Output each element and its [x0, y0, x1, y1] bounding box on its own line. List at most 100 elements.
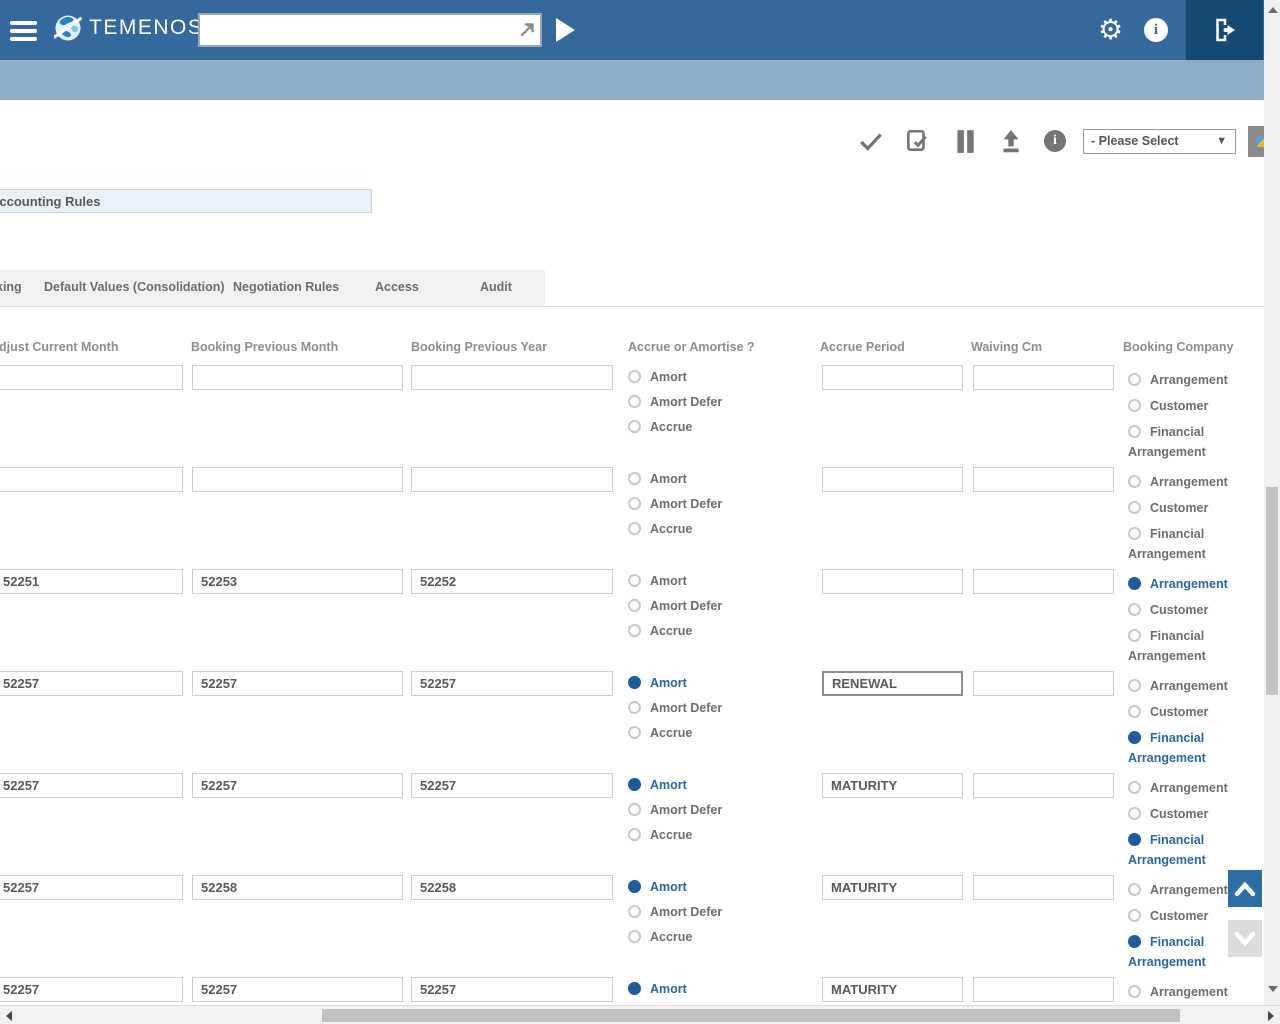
- radio-customer[interactable]: Customer: [1128, 600, 1234, 620]
- waiving-cm-input[interactable]: [973, 569, 1114, 594]
- booking-previous-year-input[interactable]: [411, 467, 613, 492]
- radio-amort-defer[interactable]: Amort Defer: [628, 497, 758, 511]
- scrollbar-right-arrow-icon[interactable]: [1268, 1011, 1274, 1021]
- vertical-scrollbar[interactable]: [1264, 0, 1280, 1005]
- accrue-period-input[interactable]: [822, 875, 963, 900]
- table-row: Amort Amort Defer Accrue Arrangement Cus…: [0, 467, 1280, 569]
- radio-circle-icon: [1128, 807, 1141, 820]
- radio-arrangement[interactable]: Arrangement: [1128, 370, 1234, 390]
- radio-label: Amort: [650, 472, 687, 486]
- radio-amort-defer[interactable]: Amort Defer: [628, 905, 758, 919]
- adjust-current-month-input[interactable]: [0, 875, 183, 900]
- radio-amort-defer[interactable]: Amort Defer: [628, 701, 758, 715]
- waiving-cm-input[interactable]: [973, 773, 1114, 798]
- radio-label: Customer: [1150, 807, 1208, 821]
- radio-customer[interactable]: Customer: [1128, 396, 1234, 416]
- radio-financial-arrangement[interactable]: Financial Arrangement: [1128, 728, 1234, 768]
- booking-previous-year-input[interactable]: [411, 773, 613, 798]
- booking-previous-month-input[interactable]: [192, 977, 403, 1002]
- accrue-period-input[interactable]: [822, 671, 963, 696]
- waiving-cm-input[interactable]: [973, 467, 1114, 492]
- radio-arrangement[interactable]: Arrangement: [1128, 676, 1234, 696]
- radio-circle-icon: [628, 828, 641, 841]
- adjust-current-month-input[interactable]: [0, 467, 183, 492]
- adjust-current-month-input[interactable]: [0, 365, 183, 390]
- radio-customer[interactable]: Customer: [1128, 804, 1234, 824]
- radio-amort-defer[interactable]: Amort Defer: [628, 803, 758, 817]
- radio-financial-arrangement[interactable]: Financial Arrangement: [1128, 422, 1234, 462]
- scrollbar-left-arrow-icon[interactable]: [6, 1011, 12, 1021]
- radio-accrue[interactable]: Accrue: [628, 726, 758, 740]
- radio-amort[interactable]: Amort: [628, 574, 758, 588]
- booking-previous-month-input[interactable]: [192, 365, 403, 390]
- radio-customer[interactable]: Customer: [1128, 702, 1234, 722]
- accrue-or-amortise-radio-group: Amort Amort Defer Accrue: [628, 574, 758, 649]
- waiving-cm-input[interactable]: [973, 977, 1114, 1002]
- radio-financial-arrangement[interactable]: Financial Arrangement: [1128, 626, 1234, 666]
- chevron-up-icon: [1234, 881, 1256, 897]
- radio-accrue[interactable]: Accrue: [628, 930, 758, 944]
- radio-circle-icon: [628, 880, 641, 893]
- radio-financial-arrangement[interactable]: Financial Arrangement: [1128, 524, 1234, 564]
- radio-accrue[interactable]: Accrue: [628, 624, 758, 638]
- radio-amort[interactable]: Amort: [628, 982, 758, 996]
- radio-arrangement[interactable]: Arrangement: [1128, 880, 1234, 900]
- radio-circle-icon: [628, 905, 641, 918]
- booking-previous-month-input[interactable]: [192, 569, 403, 594]
- booking-previous-year-input[interactable]: [411, 875, 613, 900]
- accrue-period-input[interactable]: [822, 467, 963, 492]
- radio-amort[interactable]: Amort: [628, 472, 758, 486]
- radio-financial-arrangement[interactable]: Financial Arrangement: [1128, 932, 1234, 972]
- radio-accrue[interactable]: Accrue: [628, 420, 758, 434]
- accrue-period-input[interactable]: [822, 569, 963, 594]
- booking-company-radio-group: Arrangement Customer Financial Arrangeme…: [1128, 370, 1234, 468]
- adjust-current-month-input[interactable]: [0, 569, 183, 594]
- booking-previous-month-input[interactable]: [192, 875, 403, 900]
- radio-customer[interactable]: Customer: [1128, 906, 1234, 926]
- radio-customer[interactable]: Customer: [1128, 498, 1234, 518]
- radio-amort-defer[interactable]: Amort Defer: [628, 395, 758, 409]
- radio-label: Arrangement: [1150, 577, 1228, 591]
- radio-arrangement[interactable]: Arrangement: [1128, 778, 1234, 798]
- radio-arrangement[interactable]: Arrangement: [1128, 574, 1234, 594]
- radio-amort-defer[interactable]: Amort Defer: [628, 599, 758, 613]
- radio-circle-icon: [628, 726, 641, 739]
- scroll-to-top-button[interactable]: [1228, 870, 1262, 907]
- vertical-scrollbar-thumb[interactable]: [1266, 487, 1278, 695]
- radio-accrue[interactable]: Accrue: [628, 828, 758, 842]
- booking-previous-month-input[interactable]: [192, 671, 403, 696]
- radio-arrangement[interactable]: Arrangement: [1128, 982, 1234, 1002]
- radio-financial-arrangement[interactable]: Financial Arrangement: [1128, 830, 1234, 870]
- radio-amort[interactable]: Amort: [628, 676, 758, 690]
- scrollbar-up-arrow-icon[interactable]: [1268, 7, 1278, 13]
- booking-previous-year-input[interactable]: [411, 977, 613, 1002]
- booking-previous-year-input[interactable]: [411, 365, 613, 390]
- radio-label: Amort Defer: [650, 803, 722, 817]
- radio-label: Accrue: [650, 726, 692, 740]
- waiving-cm-input[interactable]: [973, 365, 1114, 390]
- waiving-cm-input[interactable]: [973, 671, 1114, 696]
- radio-amort[interactable]: Amort: [628, 370, 758, 384]
- accrue-period-input[interactable]: [822, 365, 963, 390]
- adjust-current-month-input[interactable]: [0, 773, 183, 798]
- horizontal-scrollbar-thumb[interactable]: [322, 1009, 1180, 1022]
- horizontal-scrollbar[interactable]: [0, 1005, 1280, 1024]
- booking-previous-year-input[interactable]: [411, 671, 613, 696]
- radio-circle-icon: [1128, 883, 1141, 896]
- accrue-period-input[interactable]: [822, 773, 963, 798]
- scrollbar-down-arrow-icon[interactable]: [1268, 986, 1278, 992]
- adjust-current-month-input[interactable]: [0, 671, 183, 696]
- radio-arrangement[interactable]: Arrangement: [1128, 472, 1234, 492]
- waiving-cm-input[interactable]: [973, 875, 1114, 900]
- accrue-period-input[interactable]: [822, 977, 963, 1002]
- radio-accrue[interactable]: Accrue: [628, 522, 758, 536]
- radio-label: Amort: [650, 574, 687, 588]
- radio-circle-icon: [628, 624, 641, 637]
- booking-previous-month-input[interactable]: [192, 773, 403, 798]
- scroll-to-bottom-button[interactable]: [1228, 920, 1262, 957]
- booking-previous-year-input[interactable]: [411, 569, 613, 594]
- booking-previous-month-input[interactable]: [192, 467, 403, 492]
- radio-amort[interactable]: Amort: [628, 880, 758, 894]
- adjust-current-month-input[interactable]: [0, 977, 183, 1002]
- radio-amort[interactable]: Amort: [628, 778, 758, 792]
